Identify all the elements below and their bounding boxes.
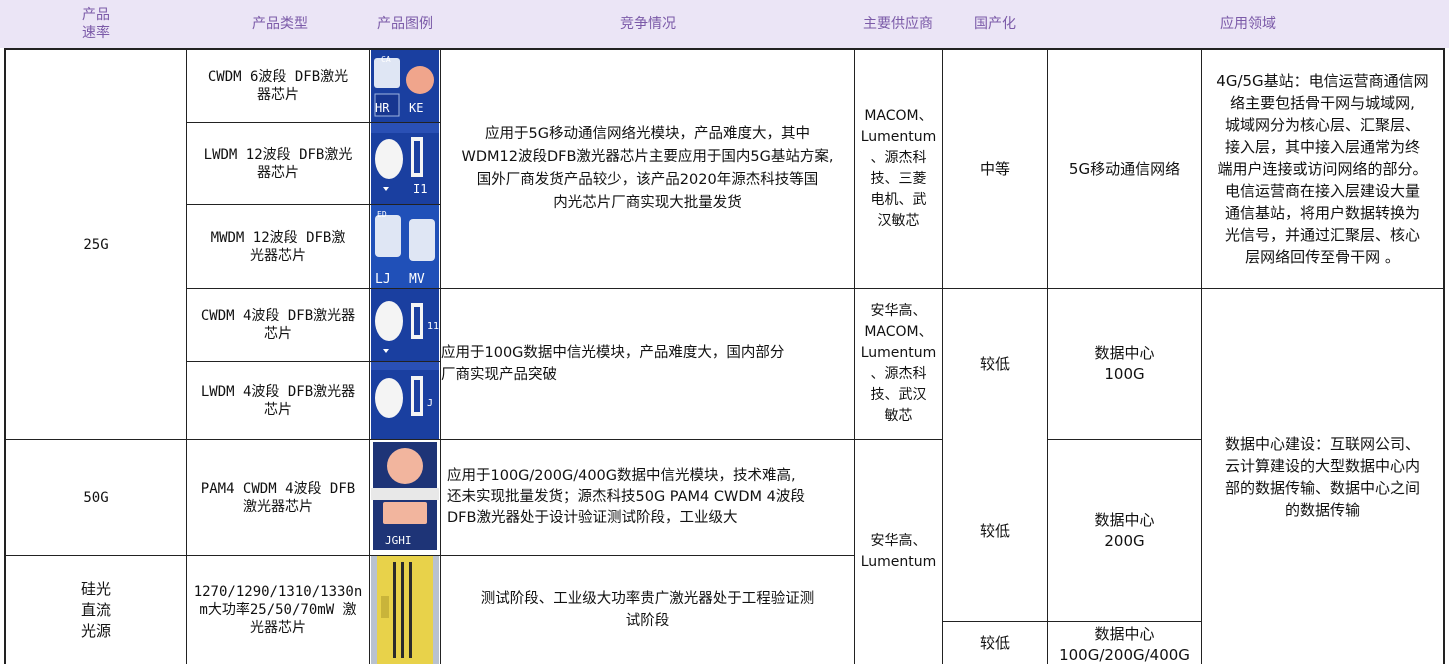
border-right <box>1443 48 1445 664</box>
type-cwdm4: CWDM 4波段 DFB激光器 芯片 <box>200 308 356 342</box>
suppliers-100g: 安华高、 MACOM、 Lumentum 、源杰科 技、武汉 敏芯 <box>860 303 937 424</box>
chip-image: JGHI <box>371 440 439 555</box>
rate-50g: 50G <box>83 489 109 506</box>
chip-label: ED <box>377 210 387 219</box>
type-lwdm12: LWDM 12波段 DFB激光 器芯片 <box>203 146 353 181</box>
application-datacenter: 数据中心建设：互联网公司、 云计算建设的大型数据中心内 部的数据传输、数据中心之… <box>1224 434 1420 519</box>
rate-silicon: 硅光 直流 光源 <box>80 579 111 640</box>
network-200g: 数据中心 200G <box>1094 510 1155 550</box>
header-image: 产品图例 <box>377 16 433 32</box>
type-pam4: PAM4 CWDM 4波段 DFB 激光器芯片 <box>200 480 356 515</box>
chip-label: J <box>427 398 433 409</box>
chip-label: CA <box>381 55 391 64</box>
competition-100g: 应用于100G数据中信光模块，产品难度大，国内部分 厂商实现产品突破 <box>441 345 785 383</box>
localization-200g: 较低 <box>979 521 1010 540</box>
chip-label: I1 <box>413 182 427 196</box>
chip-image: J <box>371 362 439 439</box>
chip-label: LJ <box>375 272 391 287</box>
type-cwdm6: CWDM 6波段 DFB激光 器芯片 <box>207 69 349 103</box>
header-suppliers: 主要供应商 <box>863 16 933 32</box>
col-line <box>369 48 370 664</box>
chip-image: ED LJ MV <box>371 205 439 288</box>
header-competition: 竞争情况 <box>620 16 676 32</box>
localization-100g: 较低 <box>979 355 1010 373</box>
network-5g: 5G移动通信网络 <box>1068 160 1181 178</box>
chip-image: I1 <box>371 123 439 204</box>
chip-image: CA HR KE <box>371 50 439 122</box>
suppliers-5g: MACOM、 Lumentum 、源杰科 技、三菱 电机、武 汉敏芯 <box>860 108 937 229</box>
chip-label: HR <box>375 101 390 115</box>
chip-label: MV <box>409 272 425 287</box>
suppliers-200g: 安华高、 Lumentum <box>860 533 937 570</box>
localization-5g: 中等 <box>979 160 1010 178</box>
network-400g: 数据中心 100G/200G/400G <box>1059 625 1190 664</box>
header-application: 应用领域 <box>1220 16 1276 32</box>
header-localization: 国产化 <box>974 16 1016 32</box>
spec-table: 产品 速率 产品类型 产品图例 竞争情况 主要供应商 国产化 应用领域 25G … <box>0 0 1449 664</box>
chip-image: 11 <box>371 289 439 361</box>
network-100g: 数据中心 100G <box>1094 344 1155 383</box>
type-mwdm12: MWDM 12波段 DFB激 光器芯片 <box>210 229 346 264</box>
localization-400g: 较低 <box>979 634 1010 652</box>
type-lwdm4: LWDM 4波段 DFB激光器 芯片 <box>200 383 356 418</box>
competition-5g: 应用于5G移动通信网络光模块，产品难度大，其中 WDM12波段DFB激光器芯片主… <box>461 126 834 211</box>
chip-label: 11 <box>427 321 439 332</box>
application-5g: 4G/5G基站：电信运营商通信网 络主要包括骨干网与城域网, 城域网分为核心层、… <box>1216 72 1429 266</box>
type-silicon: 1270/1290/1310/1330n m大功率25/50/70mW 激 光器… <box>193 584 363 636</box>
chip-label: JGHI <box>385 534 412 547</box>
chip-image <box>371 556 439 664</box>
chip-label: KE <box>409 101 423 115</box>
header-type: 产品类型 <box>252 16 308 32</box>
rate-25g: 25G <box>83 236 109 253</box>
competition-200g: 应用于100G/200G/400G数据中信光模块，技术难高, 还未实现批量发货；… <box>447 468 805 526</box>
header-rate: 产品 速率 <box>82 7 110 41</box>
competition-silicon: 测试阶段、工业级大功率贵广激光器处于工程验证测 试阶段 <box>480 591 815 629</box>
